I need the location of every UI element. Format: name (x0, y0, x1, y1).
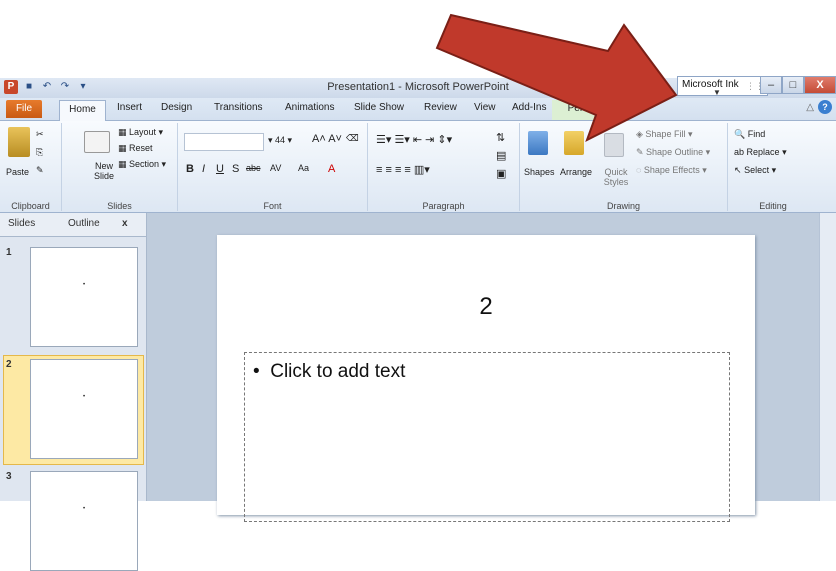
red-arrow-annotation (435, 13, 678, 143)
arrow-shape (435, 13, 678, 143)
